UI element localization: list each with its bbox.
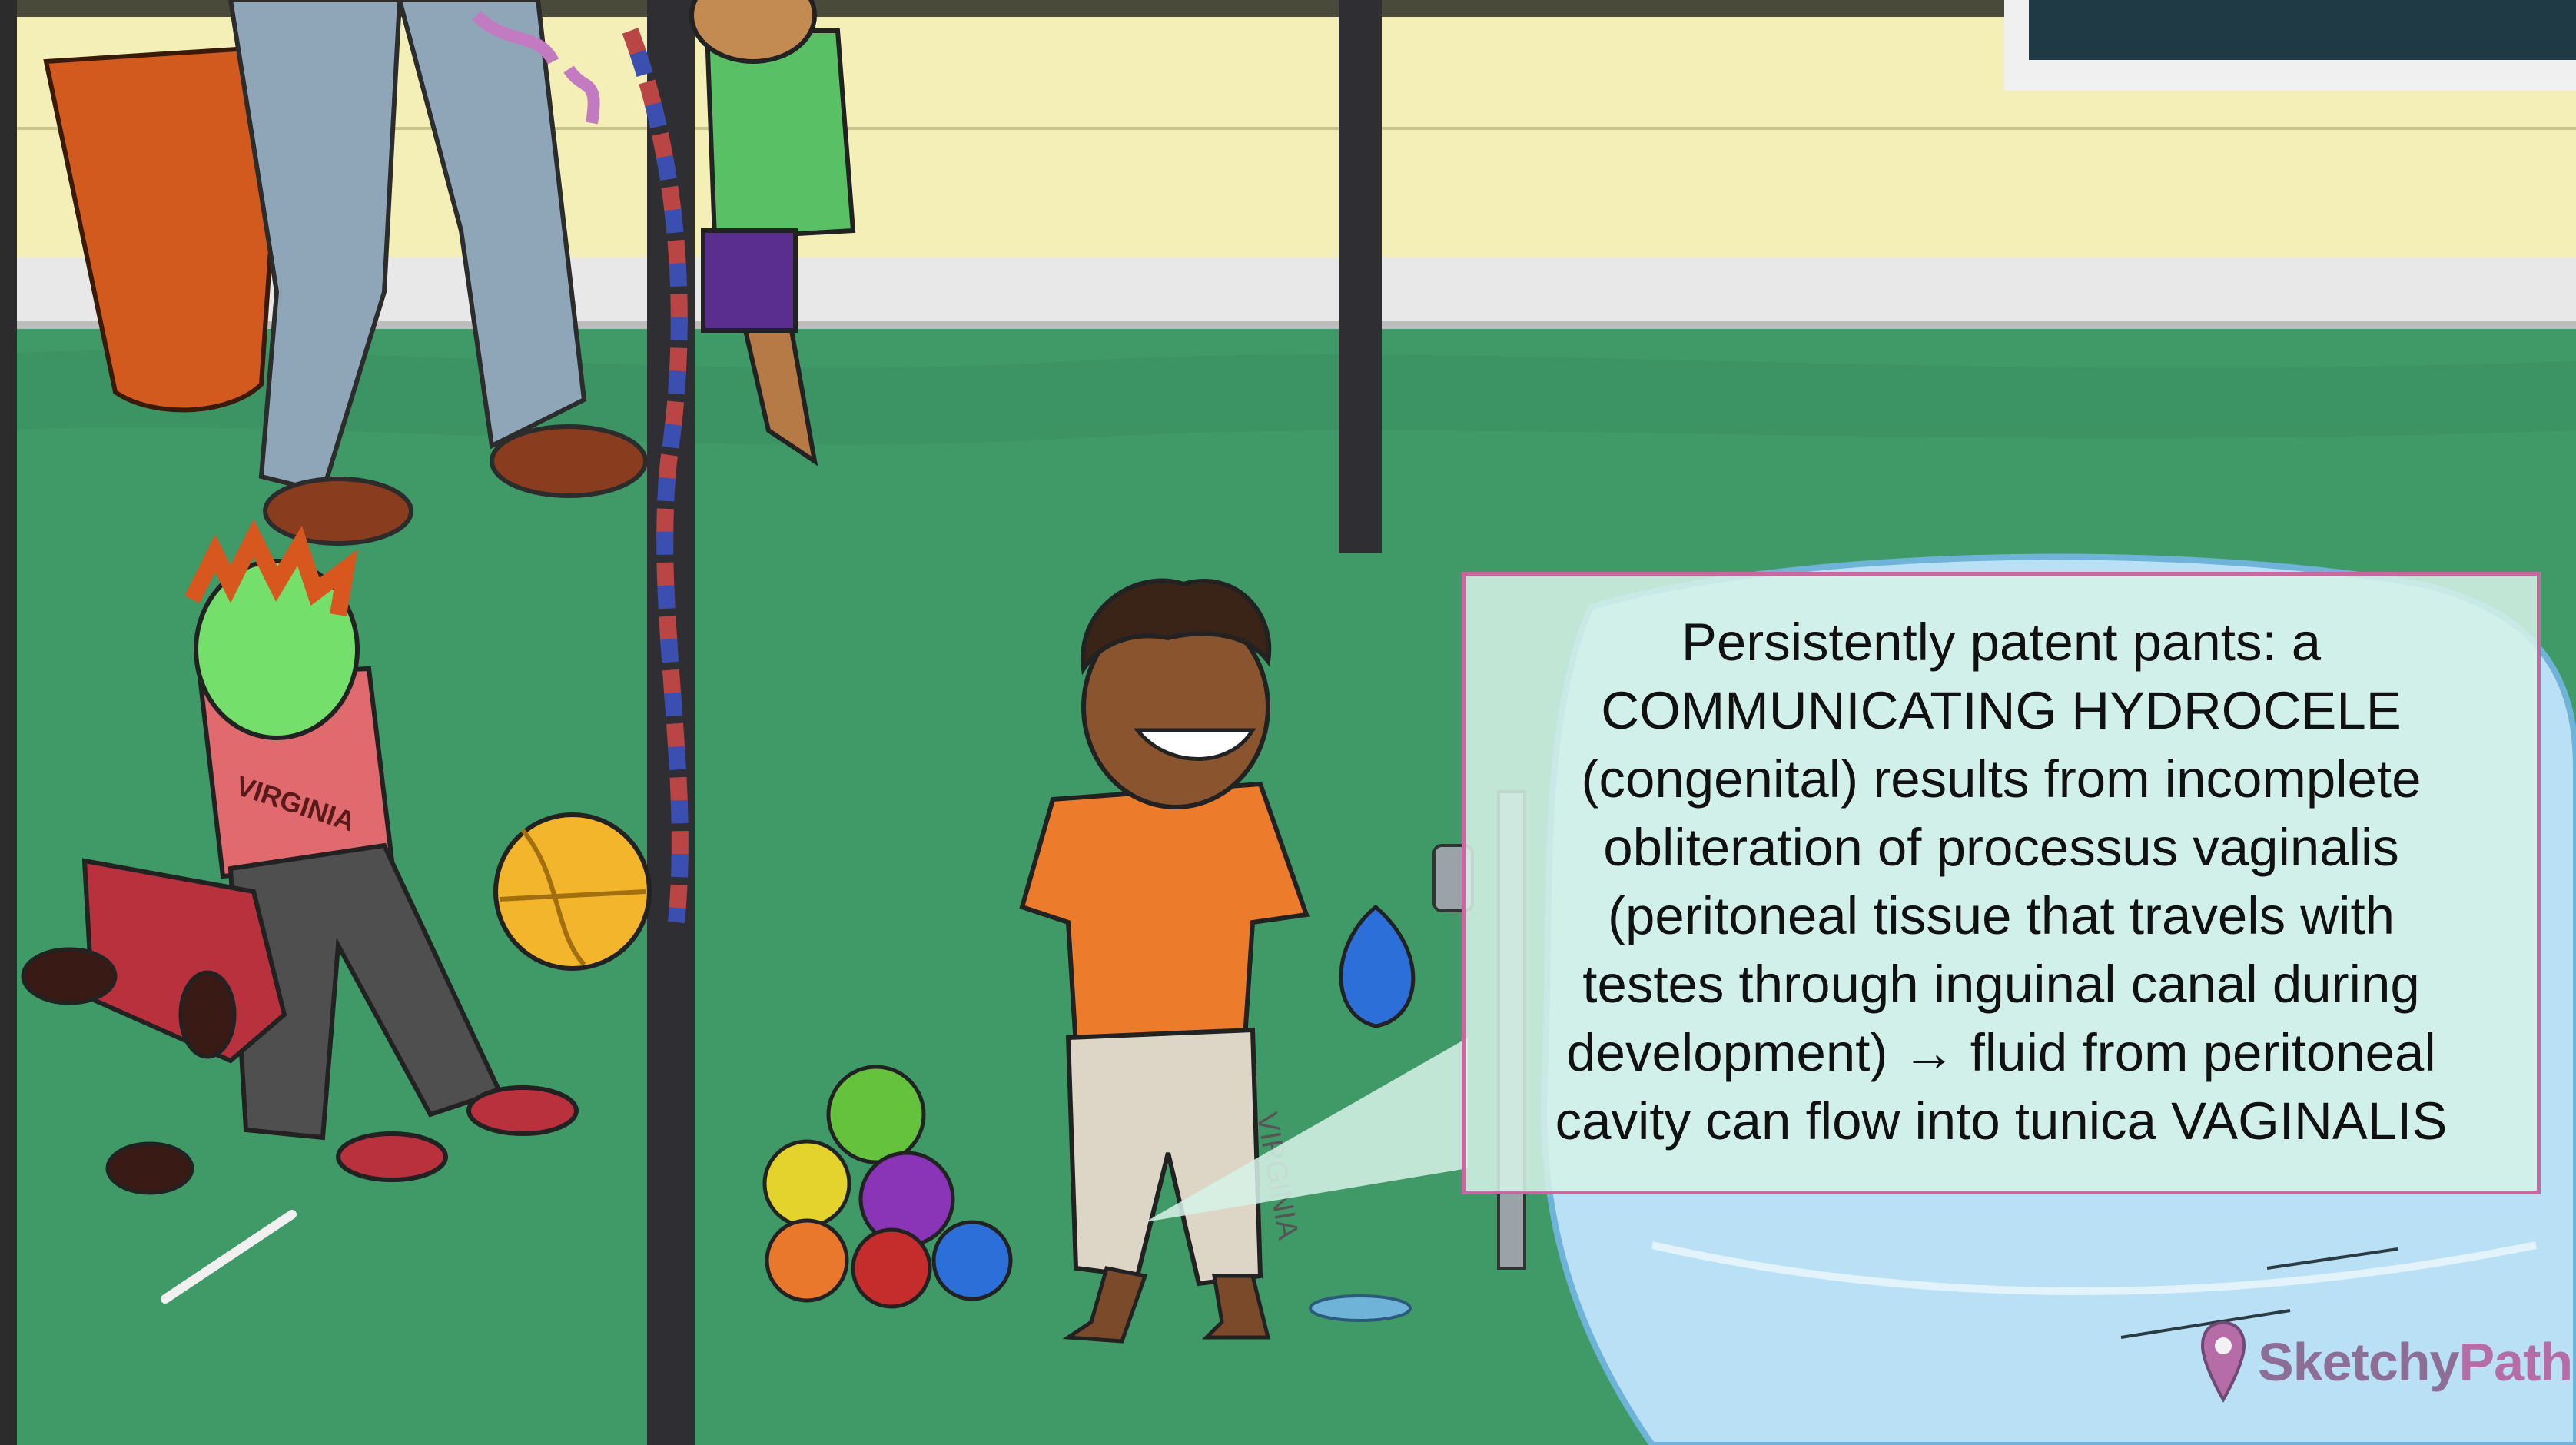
water-balloon-yellow bbox=[762, 1139, 851, 1228]
sketchy-path-wordmark: SketchyPath bbox=[2258, 1331, 2573, 1393]
caption-line: COMMUNICATING HYDROCELE bbox=[1601, 681, 2402, 740]
water-balloon-orange bbox=[765, 1218, 849, 1303]
water-balloon-green bbox=[826, 1065, 926, 1164]
caption-line: (peritoneal tissue that travels with bbox=[1608, 886, 2395, 945]
caption-callout-box: Persistently patent pants: a COMMUNICATI… bbox=[1462, 572, 2541, 1194]
caption-line: Persistently patent pants: a bbox=[1681, 613, 2322, 672]
cookie bbox=[21, 947, 118, 1005]
water-balloon-red bbox=[851, 1227, 932, 1309]
pole-left-edge bbox=[0, 0, 17, 1445]
brand-part-path: Path bbox=[2458, 1332, 2573, 1392]
sketchy-path-logo-icon bbox=[2200, 1320, 2246, 1403]
cookie bbox=[178, 970, 237, 1059]
house-window-glass bbox=[2029, 0, 2576, 60]
caption-line: cavity can flow into tunica VAGINALIS bbox=[1555, 1091, 2448, 1151]
sick-boy-shoe-right bbox=[466, 1085, 579, 1136]
pole-right bbox=[1339, 0, 1382, 553]
caption-line: development) → fluid from peritoneal bbox=[1566, 1023, 2436, 1082]
water-balloon-blue bbox=[931, 1220, 1013, 1301]
caption-line: testes through inguinal canal during bbox=[1582, 955, 2420, 1014]
water-puddle bbox=[1309, 1294, 1412, 1322]
cookie bbox=[105, 1141, 194, 1195]
caption-line: (congenital) results from incomplete bbox=[1581, 749, 2422, 809]
adult-shoe-left bbox=[263, 477, 413, 546]
brand-part-sketchy: Sketchy bbox=[2258, 1332, 2459, 1392]
green-shirt-boy-shorts bbox=[701, 228, 798, 333]
sick-boy-shoe-left bbox=[336, 1131, 448, 1182]
sketchy-path-watermark: SketchyPath bbox=[2199, 1316, 2573, 1408]
illustration-frame: VIRGINIA VIRGINIA bbox=[0, 0, 2576, 1445]
adult-shoe-right bbox=[490, 424, 648, 498]
caption-line: obliteration of processus vaginalis bbox=[1603, 818, 2399, 877]
caption-text: Persistently patent pants: a COMMUNICATI… bbox=[1466, 576, 2537, 1191]
house-baseboard-shadow bbox=[0, 321, 2576, 329]
green-shirt-boy-body bbox=[704, 28, 856, 241]
